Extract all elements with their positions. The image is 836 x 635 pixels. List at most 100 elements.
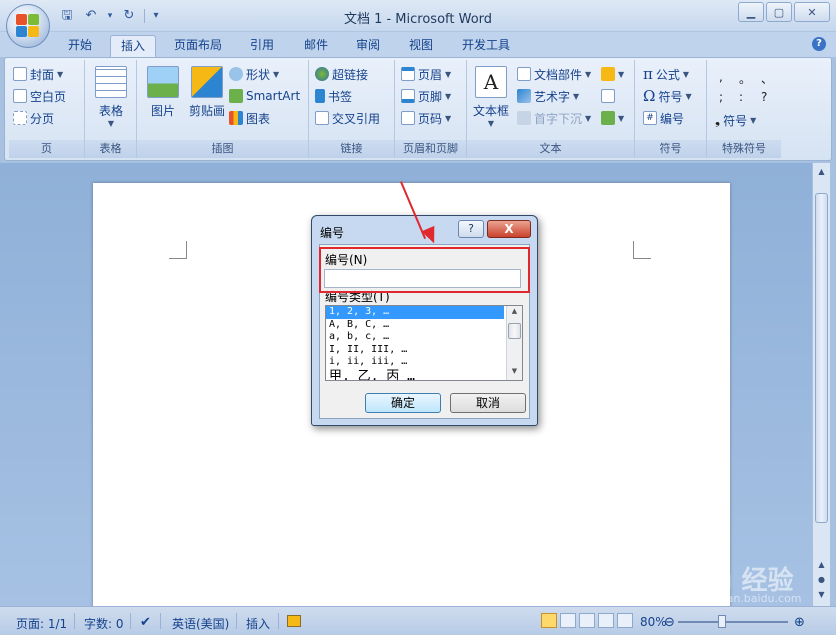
office-logo-icon: [16, 14, 40, 38]
hyperlink-label: 超链接: [332, 67, 369, 82]
tab-references[interactable]: 引用: [240, 35, 284, 57]
browse-object-icon[interactable]: ●: [815, 573, 828, 587]
tab-page-layout[interactable]: 页面布局: [164, 35, 232, 57]
scroll-thumb[interactable]: [815, 193, 828, 523]
special-symbol-button[interactable]: ❟ 符号 ▼: [715, 110, 756, 130]
smartart-button[interactable]: SmartArt: [229, 86, 300, 106]
zoom-slider-track[interactable]: [678, 621, 788, 623]
group-label-pages: 页: [9, 140, 84, 158]
zoom-level[interactable]: 80%: [640, 615, 667, 629]
zoom-in-icon[interactable]: ⊕: [794, 615, 805, 630]
dialog-close-button[interactable]: X: [487, 220, 531, 238]
textbox-button[interactable]: A 文本框 ▼: [469, 64, 513, 134]
insert-object-button[interactable]: ▼: [601, 108, 624, 128]
equation-label: 公式: [655, 67, 680, 82]
picture-label: 图片: [150, 104, 175, 118]
minimize-button[interactable]: ▁: [738, 2, 764, 22]
list-item[interactable]: i, ii, iii, …: [326, 356, 504, 369]
special-char-period[interactable]: 。: [739, 70, 751, 87]
blank-page-button[interactable]: 空白页: [13, 86, 66, 106]
signature-line-button[interactable]: ▼: [601, 64, 624, 84]
bookmark-button[interactable]: 书签: [315, 86, 352, 106]
page-count[interactable]: 页面: 1/1: [16, 615, 67, 632]
clipart-button[interactable]: 剪贴画: [185, 64, 229, 134]
dialog-help-button[interactable]: ?: [458, 220, 484, 238]
hyperlink-button[interactable]: 超链接: [315, 64, 368, 84]
help-icon[interactable]: ?: [812, 37, 826, 51]
zoom-out-icon[interactable]: ⊖: [664, 615, 675, 630]
drop-cap-label: 首字下沉: [534, 111, 583, 126]
language-indicator[interactable]: 英语(美国): [172, 615, 229, 632]
date-time-button[interactable]: [601, 86, 615, 106]
group-label-links: 链接: [309, 140, 394, 158]
quick-parts-button[interactable]: 文档部件 ▼: [517, 64, 591, 84]
close-button[interactable]: ✕: [794, 2, 830, 22]
list-item[interactable]: A, B, C, …: [326, 319, 504, 332]
print-layout-view-button[interactable]: [541, 613, 557, 628]
special-char-question[interactable]: ?: [761, 90, 767, 104]
full-screen-reading-view-button[interactable]: [560, 613, 576, 628]
tab-insert[interactable]: 插入: [110, 35, 157, 57]
status-separator: [278, 613, 279, 629]
list-item[interactable]: I, II, III, …: [326, 344, 504, 357]
special-char-semicolon[interactable]: ;: [719, 90, 723, 104]
picture-button[interactable]: 图片: [141, 64, 185, 134]
next-page-icon[interactable]: ▼: [815, 588, 828, 602]
vertical-scrollbar[interactable]: ▲ ▲ ● ▼: [812, 163, 830, 606]
page-number-button[interactable]: 页码 ▼: [401, 108, 451, 128]
previous-page-icon[interactable]: ▲: [815, 558, 828, 572]
number-type-list[interactable]: 1, 2, 3, … A, B, C, … a, b, c, … I, II, …: [325, 305, 523, 381]
footer-button[interactable]: 页脚 ▼: [401, 86, 451, 106]
list-scroll-down-icon[interactable]: ▼: [507, 367, 522, 379]
tab-review[interactable]: 审阅: [346, 35, 390, 57]
list-item[interactable]: 1, 2, 3, …: [326, 306, 504, 319]
dropdown-icon: ▼: [445, 91, 452, 101]
special-char-colon[interactable]: :: [739, 90, 743, 104]
cover-page-label: 封面: [30, 67, 55, 82]
tab-view[interactable]: 视图: [399, 35, 443, 57]
chart-button[interactable]: 图表: [229, 108, 270, 128]
tab-mailings[interactable]: 邮件: [294, 35, 338, 57]
macro-record-icon[interactable]: [287, 615, 301, 627]
word-count[interactable]: 字数: 0: [84, 615, 124, 632]
group-label-special-symbols: 特殊符号: [707, 140, 781, 158]
ok-button[interactable]: 确定: [365, 393, 441, 413]
outline-view-button[interactable]: [598, 613, 614, 628]
special-char-comma[interactable]: ,: [719, 70, 723, 84]
number-button[interactable]: # 编号: [643, 108, 684, 128]
maximize-button[interactable]: ▢: [766, 2, 792, 22]
proofing-icon[interactable]: ✔: [140, 615, 151, 630]
special-char-enum-comma[interactable]: 、: [761, 70, 773, 87]
equation-button[interactable]: π 公式 ▼: [643, 64, 689, 84]
wordart-button[interactable]: 艺术字 ▼: [517, 86, 579, 106]
tab-developer[interactable]: 开发工具: [452, 35, 520, 57]
web-layout-view-button[interactable]: [579, 613, 595, 628]
smartart-label: SmartArt: [246, 89, 301, 103]
number-label: 编号: [660, 111, 685, 126]
insert-mode[interactable]: 插入: [246, 615, 270, 632]
ribbon: 封面 ▼ 空白页 分页 页 表格 ▼ 表格 图片 剪贴画 形状 ▼ SmartA…: [4, 57, 832, 161]
list-item[interactable]: a, b, c, …: [326, 331, 504, 344]
shapes-button[interactable]: 形状 ▼: [229, 64, 279, 84]
tab-home[interactable]: 开始: [58, 35, 102, 57]
group-links: 超链接 书签 交叉引用 链接: [309, 60, 395, 158]
scroll-up-icon[interactable]: ▲: [815, 165, 828, 179]
list-item[interactable]: 甲, 乙, 丙 …: [326, 369, 504, 381]
table-button[interactable]: 表格 ▼: [89, 64, 133, 134]
cancel-button[interactable]: 取消: [450, 393, 526, 413]
list-scroll-up-icon[interactable]: ▲: [507, 307, 522, 319]
cross-reference-button[interactable]: 交叉引用: [315, 108, 380, 128]
signature-line-icon: [601, 67, 615, 81]
cover-page-button[interactable]: 封面 ▼: [13, 64, 63, 84]
drop-cap-button[interactable]: 首字下沉 ▼: [517, 108, 591, 128]
zoom-slider-thumb[interactable]: [718, 615, 726, 628]
header-button[interactable]: 页眉 ▼: [401, 64, 451, 84]
symbol-button[interactable]: Ω 符号 ▼: [643, 86, 692, 106]
group-text: A 文本框 ▼ 文档部件 ▼ 艺术字 ▼ 首字下沉 ▼ ▼ ▼ 文本: [467, 60, 635, 158]
list-scrollbar[interactable]: ▲ ▼: [506, 306, 522, 380]
page-break-button[interactable]: 分页: [13, 108, 54, 128]
list-scroll-thumb[interactable]: [508, 323, 521, 339]
office-button[interactable]: [6, 4, 50, 48]
draft-view-button[interactable]: [617, 613, 633, 628]
dropdown-icon: ▼: [750, 115, 757, 125]
